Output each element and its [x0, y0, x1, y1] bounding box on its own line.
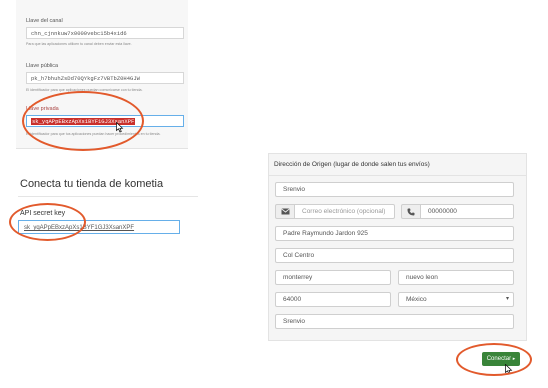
highlight-ring-api-key [9, 203, 86, 241]
kometia-title: Conecta tu tienda de kometia [20, 178, 164, 190]
zip-field[interactable]: 64000 [275, 292, 391, 307]
origin-address-panel: Dirección de Origen (lugar de donde sale… [268, 153, 527, 341]
colony-field[interactable]: Col Centro [275, 248, 514, 263]
phone-field[interactable]: 00000000 [420, 204, 514, 219]
highlight-ring-private-key [22, 91, 144, 151]
highlight-ring-connect [456, 343, 532, 376]
city-field[interactable]: monterrey [275, 270, 391, 285]
channel-key-help: Para que las aplicaciones utilicen tu ca… [26, 42, 132, 46]
name-field[interactable]: Srenvio [275, 182, 514, 197]
country-select[interactable]: México ▾ [398, 292, 514, 307]
public-key-label: Llave pública [26, 63, 59, 69]
origin-address-heading: Dirección de Origen (lugar de donde sale… [269, 154, 526, 176]
phone-icon [401, 204, 421, 219]
public-key-field[interactable]: pk_h7bhuhZsDd70QYkgFz7VBTbZ0H4GJW [26, 72, 184, 84]
state-field[interactable]: nuevo leon [398, 270, 514, 285]
kometia-divider [18, 196, 198, 197]
reference-field[interactable]: Srenvio [275, 314, 514, 329]
channel-key-field[interactable]: chn_cjnnkuw7x0000vebc15b4xid6 [26, 27, 184, 39]
email-field[interactable]: Correo electrónico (opcional) [294, 204, 395, 219]
country-value: México [406, 296, 427, 303]
channel-key-label: Llave del canal [26, 18, 63, 24]
street-field[interactable]: Padre Raymundo Jardon 925 [275, 226, 514, 241]
caret-down-icon: ▾ [505, 296, 509, 302]
envelope-icon [275, 204, 295, 219]
